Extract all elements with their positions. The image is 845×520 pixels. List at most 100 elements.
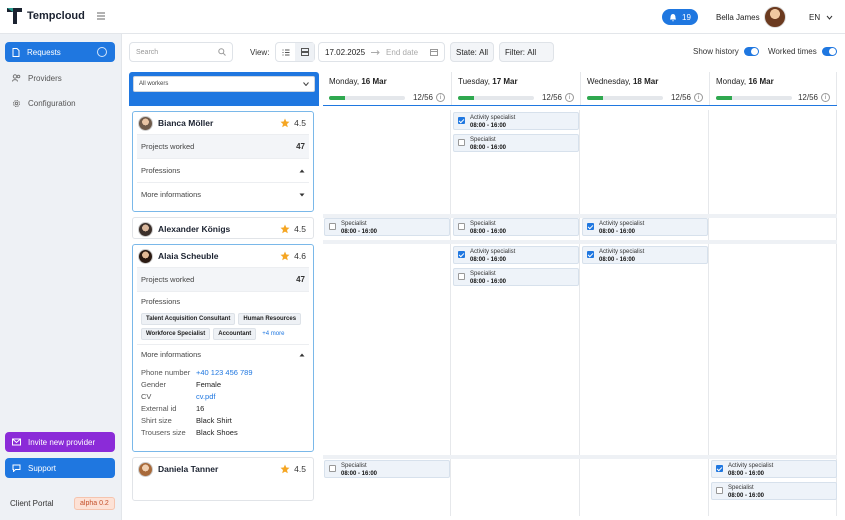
worker-card[interactable]: Daniela Tanner 4.5	[132, 457, 314, 501]
info-value: Black Shoes	[196, 427, 238, 437]
row-separator	[323, 240, 837, 244]
filter-select[interactable]: Filter: All	[499, 42, 554, 62]
caret-up-icon	[299, 169, 305, 172]
shift-card[interactable]: Specialist 08:00 - 16:00	[324, 218, 450, 236]
day-date: 16 Mar	[748, 77, 774, 86]
shift-card[interactable]: Activity specialist 08:00 - 16:00	[582, 218, 708, 236]
sidebar-item-configuration[interactable]: Configuration	[5, 93, 115, 113]
grid-icon	[300, 48, 309, 56]
more-info-toggle[interactable]: More informations	[137, 344, 309, 364]
profession-tag: Accountant	[213, 328, 257, 340]
info-key: Shirt size	[141, 415, 172, 425]
shift-role: Activity specialist	[599, 249, 645, 255]
worker-name: Alaia Scheuble	[158, 251, 219, 261]
workers-select-value: All workers	[139, 81, 169, 87]
workers-select[interactable]: All workers	[133, 76, 315, 92]
app-logo[interactable]: Tempcloud	[6, 7, 85, 25]
shift-checkbox[interactable]	[716, 465, 723, 472]
day-progress	[587, 95, 663, 100]
calendar-icon	[430, 49, 438, 56]
info-icon[interactable]: i	[436, 93, 445, 102]
date-range-picker[interactable]: 17.02.2025 End date	[318, 42, 445, 62]
star-icon	[280, 464, 290, 474]
shift-checkbox[interactable]	[587, 251, 594, 258]
info-row: CV cv.pdf	[141, 390, 305, 402]
worked-times-toggle[interactable]: Worked times	[768, 47, 837, 56]
info-icon[interactable]: i	[694, 93, 703, 102]
notifications-button[interactable]: 19	[662, 9, 698, 25]
support-button[interactable]: Support	[5, 458, 115, 478]
info-key: Trousers size	[141, 427, 186, 437]
avatar	[138, 115, 153, 131]
cv-link[interactable]: cv.pdf	[196, 392, 215, 401]
shift-checkbox[interactable]	[458, 251, 465, 258]
rating-value: 4.5	[294, 118, 306, 128]
show-history-toggle[interactable]: Show history	[693, 47, 759, 56]
more-tags-link[interactable]: +4 more	[259, 328, 287, 340]
shift-role: Specialist	[470, 271, 496, 277]
sidebar-item-providers[interactable]: Providers	[5, 68, 115, 88]
day-progress	[716, 95, 792, 100]
projects-worked-row: Projects worked 47	[137, 134, 309, 158]
shift-checkbox[interactable]	[458, 139, 465, 146]
worker-card[interactable]: Bianca Möller 4.5 Projects worked 47 Pro…	[132, 111, 314, 212]
day-date: 17 Mar	[492, 77, 518, 86]
bell-icon	[670, 13, 677, 21]
language-selector[interactable]: EN	[809, 13, 833, 22]
sidebar-item-requests[interactable]: Requests	[5, 42, 115, 62]
professions-toggle[interactable]: Professions	[137, 158, 309, 182]
grid-view-button[interactable]	[295, 43, 314, 61]
worked-times-switch[interactable]	[821, 47, 837, 56]
invite-provider-button[interactable]: Invite new provider	[5, 432, 115, 452]
shift-card[interactable]: Specialist 08:00 - 16:00	[453, 218, 579, 236]
shift-role: Activity specialist	[470, 249, 516, 255]
shift-card[interactable]: Specialist 08:00 - 16:00	[711, 482, 837, 500]
shift-card[interactable]: Specialist 08:00 - 16:00	[324, 460, 450, 478]
info-icon[interactable]: i	[821, 93, 830, 102]
professions-toggle[interactable]: Professions	[137, 291, 309, 311]
worker-card[interactable]: Alexander Königs 4.5	[132, 217, 314, 239]
shift-checkbox[interactable]	[458, 223, 465, 230]
list-view-button[interactable]	[276, 43, 295, 61]
tempcloud-logo-icon	[7, 8, 22, 24]
info-row: Trousers size Black Shoes	[141, 426, 305, 438]
avatar	[138, 461, 153, 477]
day-header: Tuesday, 17 Mar 12/56 i	[452, 72, 581, 106]
user-avatar[interactable]	[764, 6, 786, 28]
phone-link[interactable]: +40 123 456 789	[196, 368, 253, 377]
end-date-placeholder: End date	[386, 47, 419, 57]
worker-info-list: Phone number +40 123 456 789 Gender Female…	[133, 364, 313, 440]
search-input[interactable]: Search	[129, 42, 233, 62]
menu-toggle-icon[interactable]	[96, 11, 106, 21]
shift-checkbox[interactable]	[329, 465, 336, 472]
shift-card[interactable]: Activity specialist 08:00 - 16:00	[711, 460, 837, 478]
shift-role: Activity specialist	[728, 463, 774, 469]
shift-checkbox[interactable]	[716, 487, 723, 494]
shift-checkbox[interactable]	[458, 117, 465, 124]
main-panel: Search View: 17.02.2025 End date State: …	[121, 34, 845, 520]
shift-checkbox[interactable]	[587, 223, 594, 230]
more-info-toggle[interactable]: More informations	[137, 182, 309, 206]
info-icon[interactable]: i	[565, 93, 574, 102]
state-filter[interactable]: State: All	[450, 42, 494, 62]
state-label: State:	[456, 47, 477, 57]
worker-card[interactable]: Alaia Scheuble 4.6 Projects worked 47 Pr…	[132, 244, 314, 452]
shift-checkbox[interactable]	[458, 273, 465, 280]
shift-role: Specialist	[470, 137, 496, 143]
language-label: EN	[809, 13, 821, 22]
shift-card[interactable]: Activity specialist 08:00 - 16:00	[453, 112, 579, 130]
shift-card[interactable]: Specialist 08:00 - 16:00	[453, 134, 579, 152]
shift-card[interactable]: Specialist 08:00 - 16:00	[453, 268, 579, 286]
shift-checkbox[interactable]	[329, 223, 336, 230]
caret-down-icon	[299, 193, 305, 196]
show-history-switch[interactable]	[743, 47, 759, 56]
shift-card[interactable]: Activity specialist 08:00 - 16:00	[453, 246, 579, 264]
profession-tag: Talent Acquisition Consultant	[141, 313, 236, 325]
shift-role: Specialist	[470, 221, 496, 227]
avatar	[138, 248, 153, 264]
info-value: Female	[196, 379, 222, 389]
day-progress-fill	[716, 95, 732, 100]
row-separator	[323, 455, 837, 459]
shift-card[interactable]: Activity specialist 08:00 - 16:00	[582, 246, 708, 264]
day-progress	[329, 95, 405, 100]
